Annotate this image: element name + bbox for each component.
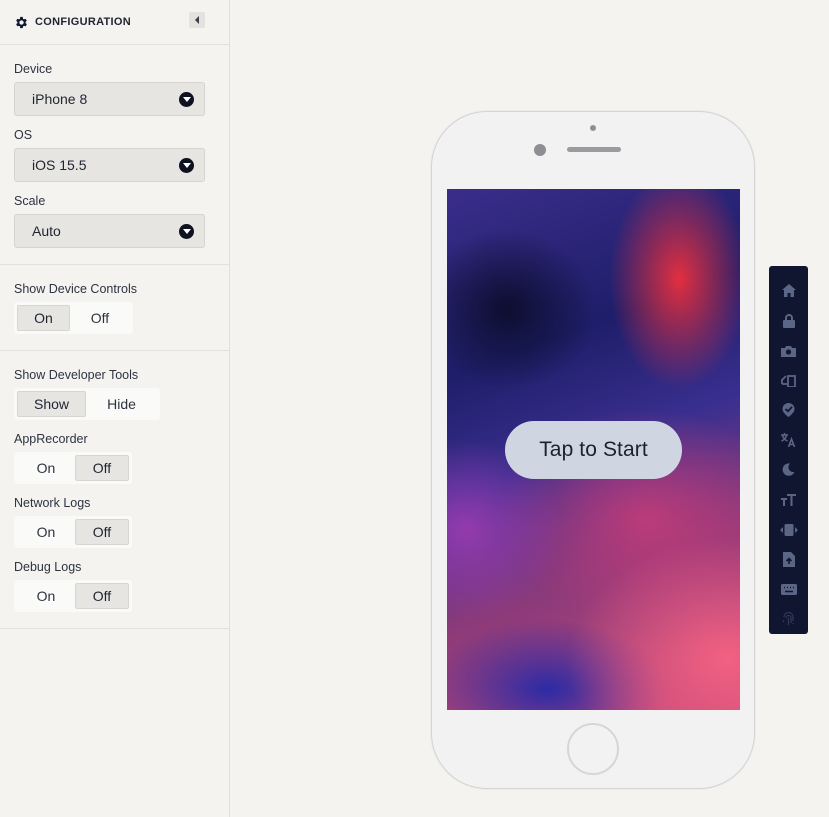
device-controls-toolbar [769,266,808,634]
show-device-controls-label: Show Device Controls [14,282,137,296]
shake-icon[interactable] [777,515,801,545]
device-select-value: iPhone 8 [32,91,88,107]
home-button[interactable] [567,723,619,775]
network-logs-on-option[interactable]: On [17,519,75,545]
caret-left-icon [195,16,199,24]
iphone-device-frame: Tap to Start [431,111,755,789]
network-logs-off-option[interactable]: Off [75,519,129,545]
device-screen[interactable]: Tap to Start [447,189,740,710]
show-developer-tools-show-option[interactable]: Show [17,391,86,417]
show-developer-tools-hide-option[interactable]: Hide [86,391,157,417]
developer-tools-section: Show Developer Tools Show Hide AppRecord… [0,351,229,629]
device-controls-section: Show Device Controls On Off [0,265,229,351]
rotate-icon[interactable] [777,365,801,395]
debug-logs-on-option[interactable]: On [17,583,75,609]
show-device-controls-toggle: On Off [14,302,133,334]
show-developer-tools-toggle: Show Hide [14,388,160,420]
scale-select[interactable]: Auto [14,214,205,248]
app-recorder-on-option[interactable]: On [17,455,75,481]
app-recorder-label: AppRecorder [14,432,88,446]
scale-label: Scale [14,194,46,208]
camera-icon[interactable] [777,336,801,366]
app-recorder-toggle: On Off [14,452,132,484]
collapse-sidebar-button[interactable] [189,12,205,28]
app-recorder-off-option[interactable]: Off [75,455,129,481]
gear-icon [14,15,29,30]
location-icon[interactable] [777,395,801,425]
network-logs-label: Network Logs [14,496,91,510]
chevron-down-icon [179,91,194,107]
sidebar-title: CONFIGURATION [35,16,131,28]
os-label: OS [14,128,33,142]
scale-select-value: Auto [32,223,61,239]
proximity-sensor [590,125,596,131]
sidebar-header: CONFIGURATION [0,0,229,45]
configuration-sidebar: CONFIGURATION Device iPhone 8 OS iOS 15.… [0,0,230,817]
show-device-controls-on-option[interactable]: On [17,305,70,331]
show-developer-tools-label: Show Developer Tools [14,368,139,382]
show-device-controls-off-option[interactable]: Off [70,305,130,331]
debug-logs-label: Debug Logs [14,560,82,574]
tap-to-start-button[interactable]: Tap to Start [505,421,682,479]
chevron-down-icon [179,157,194,173]
os-select-value: iOS 15.5 [32,157,87,173]
lock-icon[interactable] [777,306,801,336]
keyboard-icon[interactable] [777,574,801,604]
device-select[interactable]: iPhone 8 [14,82,205,116]
chevron-down-icon [179,223,194,239]
earpiece-speaker [567,147,621,152]
device-label: Device [14,62,53,76]
front-camera [534,144,546,156]
network-logs-toggle: On Off [14,516,132,548]
debug-logs-off-option[interactable]: Off [75,583,129,609]
device-settings-section: Device iPhone 8 OS iOS 15.5 Scale Auto [0,45,229,265]
home-icon[interactable] [777,276,801,306]
os-select[interactable]: iOS 15.5 [14,148,205,182]
debug-logs-toggle: On Off [14,580,132,612]
text-size-icon[interactable] [777,485,801,515]
translate-icon[interactable] [777,425,801,455]
dark-mode-icon[interactable] [777,455,801,485]
file-upload-icon[interactable] [777,544,801,574]
fingerprint-icon[interactable] [777,604,801,634]
